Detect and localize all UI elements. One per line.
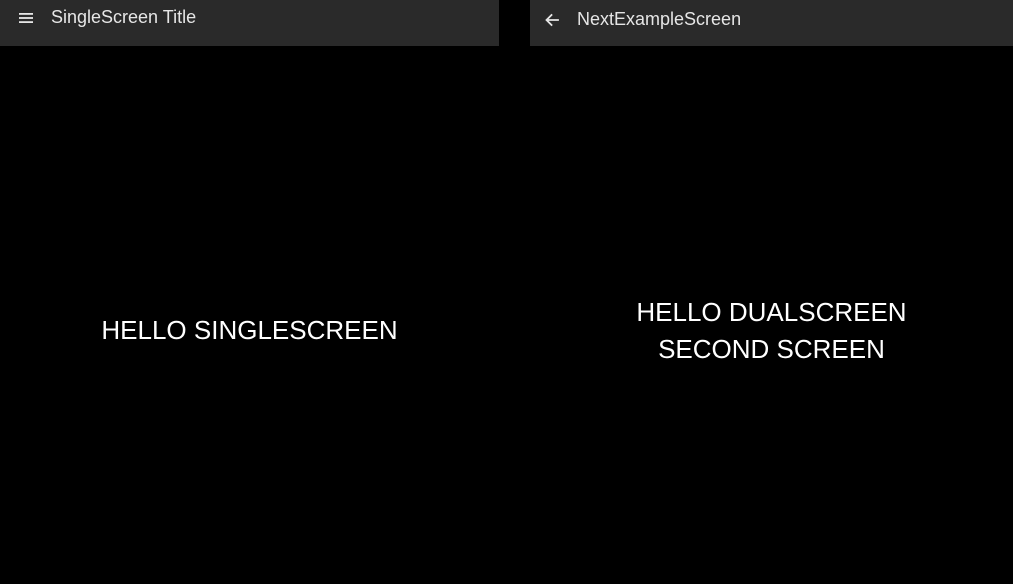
left-app-bar-title: SingleScreen Title <box>51 6 197 27</box>
right-screen-content: HELLO DUALSCREEN SECOND SCREEN <box>530 294 1013 368</box>
hamburger-menu-icon <box>19 13 33 23</box>
left-screen: SingleScreen Title HELLO SINGLESCREEN <box>0 0 499 584</box>
hamburger-menu-button[interactable] <box>14 6 38 30</box>
hello-singlescreen-text: HELLO SINGLESCREEN <box>101 315 398 345</box>
right-app-bar: NextExampleScreen <box>530 0 1013 46</box>
back-arrow-icon <box>545 13 559 27</box>
hello-dualscreen-text: HELLO DUALSCREEN <box>636 297 907 327</box>
device-hinge <box>499 0 530 584</box>
second-screen-text: SECOND SCREEN <box>658 334 885 364</box>
right-app-bar-title: NextExampleScreen <box>577 8 742 29</box>
right-screen: NextExampleScreen HELLO DUALSCREEN SECON… <box>530 0 1013 584</box>
back-button[interactable] <box>540 8 564 32</box>
left-app-bar: SingleScreen Title <box>0 0 499 46</box>
left-screen-content: HELLO SINGLESCREEN <box>0 312 499 349</box>
